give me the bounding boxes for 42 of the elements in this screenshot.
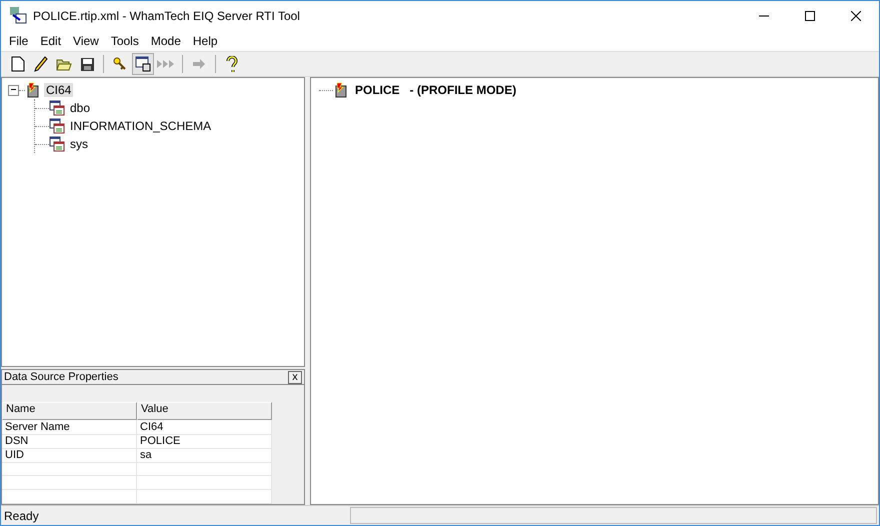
toolbar-button[interactable] [132,53,154,75]
question-mark-icon [226,56,238,72]
status-text: Ready [3,508,40,522]
tree-item[interactable]: sys [68,137,90,151]
menu-item[interactable]: View [67,34,105,48]
table-window-icon [135,56,151,72]
column-header[interactable]: Name [2,402,137,420]
table-window-icon [49,118,65,134]
mode-label: - (PROFILE MODE) [410,83,516,97]
open-folder-icon [56,57,72,71]
menu-item[interactable]: Edit [34,34,68,48]
tree-item[interactable]: dbo [68,101,92,115]
maximize-icon [805,11,815,21]
menu-item[interactable]: Help [186,34,224,48]
fast-forward-icon [157,58,175,70]
pencil-icon [34,56,48,72]
right-arrow-icon [192,58,206,70]
menu-item[interactable]: Mode [144,34,187,48]
tree-item[interactable]: INFORMATION_SCHEMA [68,119,214,133]
table-window-icon [49,100,65,116]
server-icon [25,82,41,98]
table-cell: DSN [2,434,137,449]
column-header[interactable]: Value [137,402,272,420]
table-cell: POLICE [137,434,272,449]
table-cell: Server Name [2,420,137,435]
close-icon [851,11,861,21]
menu-item[interactable]: File [3,34,34,48]
collapse-toggle[interactable] [8,84,19,96]
table-window-icon [49,136,65,152]
new-document-icon [11,56,25,72]
menu-item[interactable]: Tools [104,34,145,48]
window-title: POLICE.rtip.xml - WhamTech EIQ Server RTI Tool [33,9,301,23]
server-icon [333,82,349,98]
table-cell: CI64 [137,420,272,435]
close-button[interactable]: x [288,370,302,384]
key-icon [113,57,127,71]
table-cell: UID [2,448,137,463]
tree-item[interactable]: CI64 [44,83,74,97]
app-icon [9,6,27,24]
data-source-name: POLICE [355,83,400,97]
panel-title: Data Source Properties [4,371,118,383]
table-cell: sa [137,448,272,463]
